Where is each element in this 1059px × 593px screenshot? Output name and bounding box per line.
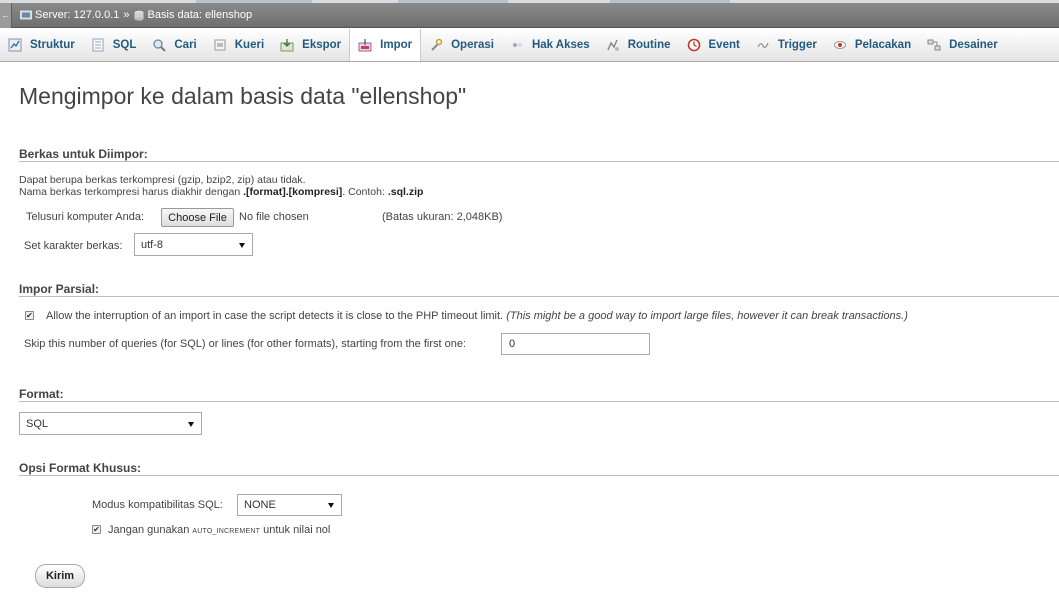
breadcrumb-separator: » [123, 9, 130, 21]
import-icon [358, 39, 372, 52]
compat-mode-label: Modus kompatibilitas SQL: [92, 499, 223, 511]
chevron-down-icon [239, 242, 245, 248]
breadcrumb-database[interactable]: Basis data: ellenshop [133, 9, 253, 21]
file-hint-format: .[format].[kompresi] [243, 186, 343, 198]
tab-struktur[interactable]: Struktur [0, 29, 83, 61]
no-auto-increment-text: Jangan gunakan [108, 524, 193, 536]
file-hint-text: . Contoh: [342, 186, 388, 198]
tab-cari[interactable]: Cari [144, 29, 204, 61]
skip-queries-label: Skip this number of queries (for SQL) or… [24, 338, 466, 350]
tab-sql[interactable]: SQL [83, 29, 145, 61]
collapse-arrow-icon[interactable]: ← [0, 2, 12, 28]
tab-label: Impor [380, 39, 413, 51]
compat-mode-select[interactable]: NONE [237, 494, 342, 516]
size-limit-text: (Batas ukuran: 2,048KB) [382, 211, 503, 223]
tab-hak-akses[interactable]: Hak Akses [502, 29, 598, 61]
tab-trigger[interactable]: Trigger [748, 29, 825, 61]
breadcrumb-server-label: Server: 127.0.0.1 [35, 9, 120, 21]
chevron-down-icon [188, 421, 194, 427]
compat-mode-value: NONE [244, 499, 276, 511]
divider [19, 401, 1059, 402]
divider [19, 475, 1059, 476]
search-icon [153, 39, 167, 52]
tab-ekspor[interactable]: Ekspor [272, 29, 349, 61]
charset-label: Set karakter berkas: [24, 240, 123, 252]
tab-label: Struktur [30, 39, 75, 51]
tab-label: Kueri [234, 39, 265, 51]
no-auto-increment-label: Jangan gunakan AUTO_INCREMENT untuk nila… [108, 524, 330, 536]
sql-icon [92, 38, 104, 52]
tab-desainer[interactable]: Desainer [919, 29, 1006, 61]
privileges-icon [512, 43, 522, 47]
divider [19, 296, 1059, 297]
file-hint-text: Nama berkas terkompresi harus diakhir de… [19, 186, 244, 198]
section-header-format: Format: [19, 387, 64, 401]
eye-icon [833, 41, 846, 49]
tab-label: Hak Akses [531, 39, 590, 51]
divider [19, 161, 1059, 162]
clock-icon [687, 38, 700, 52]
page-title: Mengimpor ke dalam basis data "ellenshop… [19, 83, 467, 109]
tab-impor[interactable]: Impor [349, 29, 422, 61]
file-hint-naming: Nama berkas terkompresi harus diakhir de… [19, 186, 423, 198]
section-header-options: Opsi Format Khusus: [19, 461, 142, 475]
tab-label: Ekspor [302, 39, 342, 51]
choose-file-button[interactable]: Choose File [161, 208, 234, 227]
export-icon [280, 39, 294, 52]
allow-interrupt-label: Allow the interruption of an import in c… [46, 310, 908, 322]
breadcrumb-server[interactable]: Server: 127.0.0.1 [20, 9, 119, 21]
tab-bar: Struktur SQL Cari Kueri Ekspor Impor Ope… [0, 29, 1059, 62]
tab-label: Desainer [949, 39, 998, 51]
format-select[interactable]: SQL [19, 412, 202, 435]
tab-label: Cari [174, 39, 197, 51]
table-structure-icon [8, 38, 22, 52]
charset-select[interactable]: utf-8 [134, 233, 253, 256]
tab-label: SQL [112, 39, 137, 51]
trigger-icon [757, 42, 769, 49]
tab-operasi[interactable]: Operasi [421, 29, 502, 61]
tab-event[interactable]: Event [679, 29, 748, 61]
submit-button[interactable]: Kirim [35, 564, 85, 588]
breadcrumb-database-label: Basis data: ellenshop [147, 9, 253, 21]
wrench-icon [431, 38, 443, 51]
tab-label: Routine [627, 39, 671, 51]
auto-increment-code: AUTO_INCREMENT [192, 528, 261, 535]
tab-pelacakan[interactable]: Pelacakan [825, 29, 919, 61]
allow-interrupt-note: (This might be a good way to import larg… [506, 310, 908, 322]
allow-interrupt-text: Allow the interruption of an import in c… [46, 310, 504, 322]
tab-label: Pelacakan [854, 39, 912, 51]
no-auto-increment-text: untuk nilai nol [260, 524, 331, 536]
tab-label: Trigger [777, 39, 817, 51]
database-icon [134, 10, 144, 21]
routine-icon [607, 39, 619, 51]
section-header-partial: Impor Parsial: [19, 282, 100, 296]
tab-routine[interactable]: Routine [598, 29, 679, 61]
tab-label: Event [708, 39, 740, 51]
chevron-down-icon [328, 503, 334, 508]
designer-icon [927, 39, 941, 51]
skip-queries-input[interactable]: 0 [501, 333, 650, 355]
allow-interrupt-checkbox[interactable]: ✔ [25, 311, 34, 320]
query-icon [214, 39, 226, 51]
tab-kueri[interactable]: Kueri [205, 29, 272, 61]
no-file-text: No file chosen [239, 211, 309, 223]
no-auto-increment-checkbox[interactable]: ✔ [92, 525, 101, 534]
file-hint-compression: Dapat berupa berkas terkompresi (gzip, b… [19, 174, 306, 186]
browse-label: Telusuri komputer Anda: [26, 211, 145, 223]
breadcrumb: ← Server: 127.0.0.1 » Basis data: ellens… [0, 2, 1059, 28]
file-hint-example: .sql.zip [387, 186, 424, 198]
server-icon [20, 10, 32, 19]
tab-label: Operasi [451, 39, 494, 51]
section-header-file: Berkas untuk Diimpor: [19, 147, 148, 161]
charset-value: utf-8 [141, 238, 164, 251]
format-value: SQL [26, 417, 49, 430]
